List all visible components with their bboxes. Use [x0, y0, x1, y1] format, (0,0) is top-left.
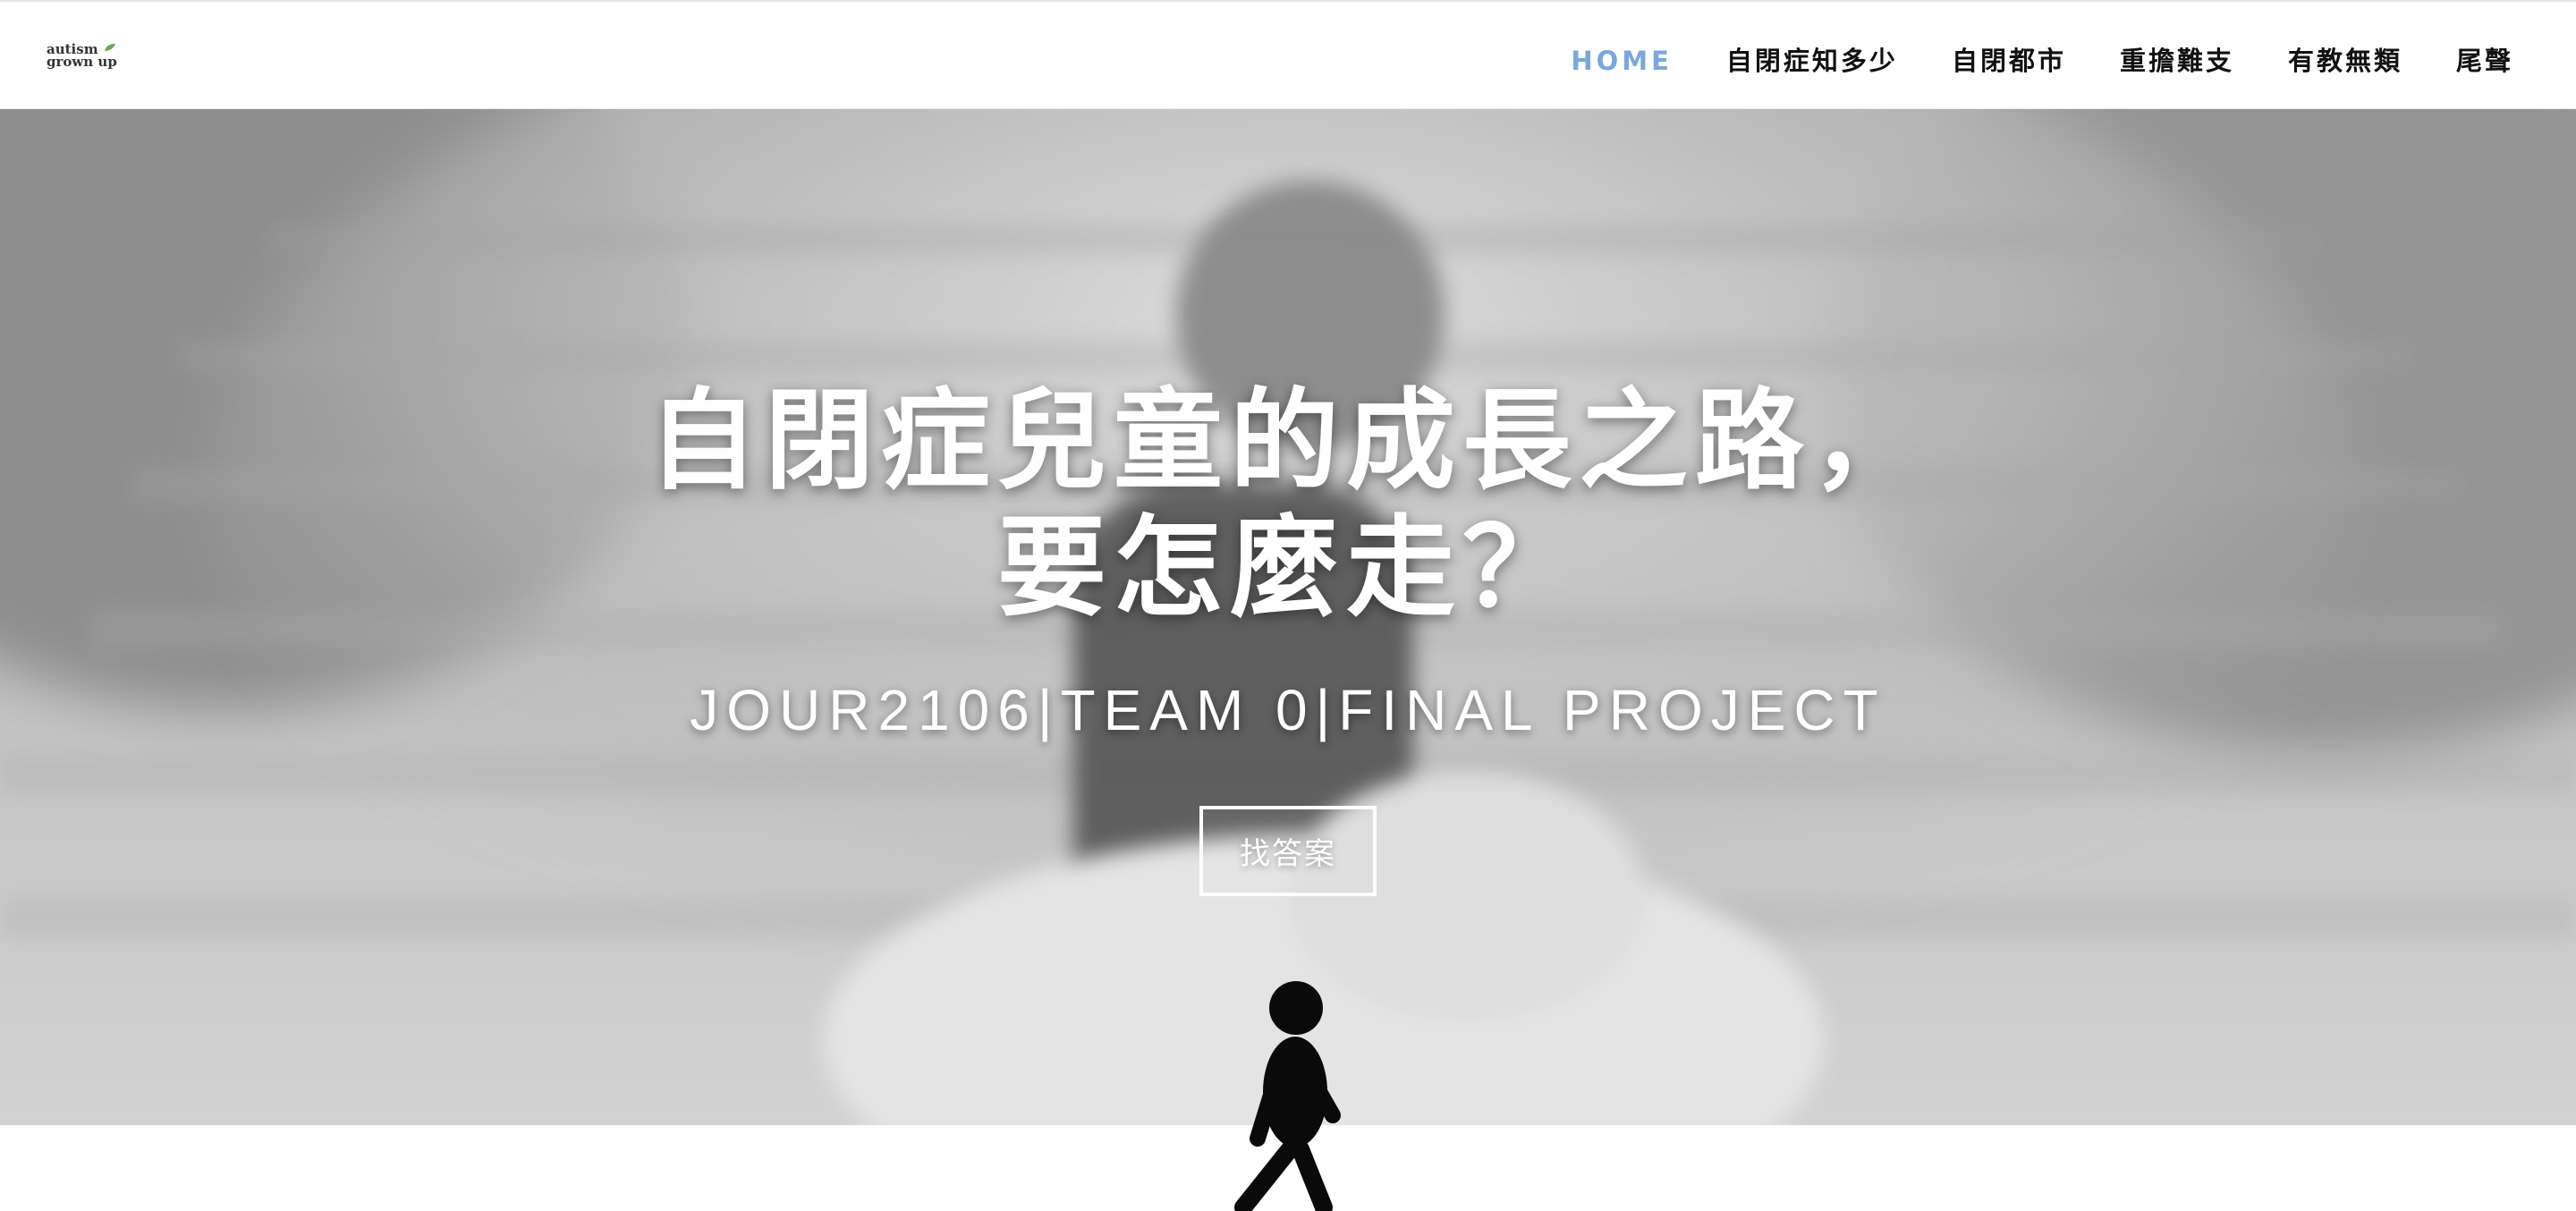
leaf-icon — [105, 44, 115, 51]
walking-person-icon[interactable] — [1216, 979, 1351, 1211]
hero-title-line-2: 要怎麼走？ — [997, 504, 1579, 631]
nav-item-heavy-burden[interactable]: 重擔難支 — [2120, 43, 2234, 79]
site-logo[interactable]: autism grown up — [47, 43, 127, 73]
nav-item-home[interactable]: HOME — [1571, 43, 1673, 79]
nav-item-autism-city[interactable]: 自閉都市 — [1952, 43, 2066, 79]
hero-title-line-1: 自閉症兒童的成長之路， — [648, 377, 1928, 504]
nav-item-education[interactable]: 有教無類 — [2288, 43, 2402, 79]
hero-subtitle: JOUR2106|TEAM 0|FINAL PROJECT — [690, 678, 1886, 742]
page: autism grown up HOME 自閉症知多少 自閉都市 重擔難支 有教… — [0, 0, 2576, 1211]
hero-section: 自閉症兒童的成長之路， 要怎麼走？ JOUR2106|TEAM 0|FINAL … — [0, 109, 2576, 1125]
hero-title: 自閉症兒童的成長之路， 要怎麼走？ — [0, 377, 2576, 631]
logo-line-2: grown up — [47, 54, 117, 70]
site-header: autism grown up HOME 自閉症知多少 自閉都市 重擔難支 有教… — [0, 0, 2576, 109]
find-answer-button[interactable]: 找答案 — [1199, 806, 1377, 896]
main-nav: HOME 自閉症知多少 自閉都市 重擔難支 有教無類 尾聲 — [1571, 43, 2513, 79]
nav-item-epilogue[interactable]: 尾聲 — [2456, 43, 2513, 79]
nav-item-autism-intro[interactable]: 自閉症知多少 — [1726, 43, 1898, 79]
